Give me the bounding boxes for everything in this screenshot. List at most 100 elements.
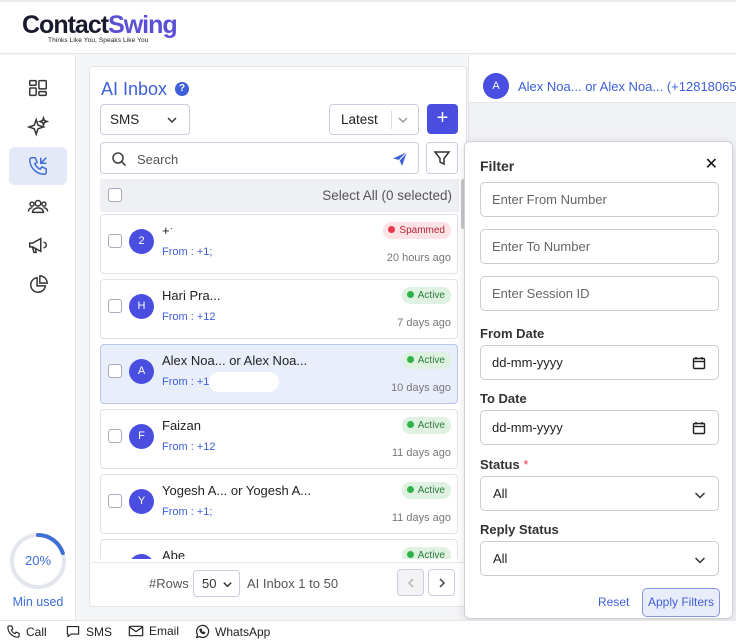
calendar-icon[interactable] bbox=[692, 356, 706, 370]
pagination-bar: #Rows 50 AI Inbox 1 to 50 bbox=[91, 562, 466, 606]
search-input[interactable] bbox=[137, 149, 377, 169]
row-from: From : +12 bbox=[162, 311, 216, 323]
whatsapp-icon bbox=[195, 624, 210, 639]
row-from: From : +12 bbox=[162, 441, 216, 453]
rows-per-page-value: 50 bbox=[202, 576, 217, 591]
channel-whatsapp[interactable]: WhatsApp bbox=[194, 624, 270, 640]
row-time: 10 days ago bbox=[391, 382, 451, 394]
channel-sms[interactable]: SMS bbox=[65, 624, 112, 639]
left-nav: 20% Min used bbox=[0, 55, 76, 620]
add-conversation-button[interactable]: + bbox=[427, 104, 458, 134]
reply-status-select[interactable]: All bbox=[480, 541, 719, 576]
session-id-input[interactable] bbox=[480, 276, 719, 311]
users-icon bbox=[27, 199, 49, 214]
sort-select[interactable]: Latest bbox=[329, 104, 419, 135]
conversation-title[interactable]: Alex Noa... or Alex Noa... (+1281806557 bbox=[518, 79, 736, 94]
nav-campaigns[interactable] bbox=[9, 226, 67, 264]
row-checkbox[interactable] bbox=[108, 494, 122, 508]
conversation-header: A Alex Noa... or Alex Noa... (+128180655… bbox=[469, 55, 736, 103]
channel-select-value: SMS bbox=[110, 112, 140, 127]
dashboard-icon bbox=[29, 79, 47, 97]
from-number-input[interactable] bbox=[480, 182, 719, 217]
status-badge: Active bbox=[401, 287, 451, 304]
reset-button[interactable]: Reset bbox=[598, 595, 629, 609]
row-checkbox[interactable] bbox=[108, 299, 122, 313]
nav-calls[interactable] bbox=[9, 147, 67, 185]
usage-percent: 20% bbox=[24, 553, 52, 568]
reply-status-label: Reply Status bbox=[480, 522, 559, 537]
list-item[interactable]: Y Yogesh A... or Yogesh A... From : +1; … bbox=[100, 474, 458, 534]
conversation-list: 2 +ˑ From : +1; Spammed 20 hours ago H H… bbox=[100, 214, 459, 559]
select-all-checkbox[interactable] bbox=[108, 188, 122, 202]
row-time: 20 hours ago bbox=[386, 252, 451, 264]
nav-contacts[interactable] bbox=[9, 187, 67, 225]
nav-ai[interactable] bbox=[9, 108, 67, 146]
channel-label: SMS bbox=[86, 624, 113, 639]
nav-dashboard[interactable] bbox=[9, 69, 67, 107]
row-name: +ˑ bbox=[162, 223, 174, 238]
status-badge: Active bbox=[401, 417, 451, 434]
to-date-input[interactable]: dd-mm-yyyy bbox=[480, 410, 719, 445]
row-from: From : +1 bbox=[162, 376, 210, 388]
status-badge: Active bbox=[401, 482, 451, 499]
contactswing-logo[interactable]: ContactSwing Thinks Like You, Speaks Lik… bbox=[22, 11, 178, 44]
chat-bubble-icon bbox=[66, 625, 80, 638]
channel-select[interactable]: SMS bbox=[100, 104, 190, 135]
chevron-right-icon bbox=[438, 577, 445, 588]
avatar: A bbox=[483, 73, 509, 99]
row-checkbox[interactable] bbox=[108, 364, 122, 378]
inbox-title: AI Inbox bbox=[101, 79, 168, 99]
list-item[interactable]: H Hari Pra... From : +12 Active 7 days a… bbox=[100, 279, 458, 339]
logo-tagline: Thinks Like You, Speaks Like You bbox=[48, 37, 149, 44]
row-name: Yogesh A... or Yogesh A... bbox=[162, 483, 312, 498]
chevron-down-icon bbox=[694, 492, 706, 499]
list-item[interactable]: A Alex Noa... or Alex Noa... From : +1 A… bbox=[100, 344, 458, 404]
reply-status-select-value: All bbox=[493, 551, 508, 566]
rows-per-page-select[interactable]: 50 bbox=[193, 570, 240, 597]
ai-inbox-panel: AI Inbox ? SMS Latest + Select All (0 se… bbox=[89, 66, 467, 607]
row-checkbox[interactable] bbox=[108, 234, 122, 248]
row-name: Faizan bbox=[162, 418, 202, 433]
list-item[interactable]: A Abe Active bbox=[100, 539, 458, 559]
minutes-usage: 20% Min used bbox=[8, 532, 68, 609]
channel-email[interactable]: Email bbox=[128, 624, 179, 638]
chevron-down-icon bbox=[167, 117, 177, 124]
status-badge: Active bbox=[401, 547, 451, 559]
row-from: From : +1; bbox=[162, 506, 213, 518]
calendar-icon[interactable] bbox=[692, 421, 706, 435]
mail-icon bbox=[128, 625, 144, 637]
to-number-input[interactable] bbox=[480, 229, 719, 264]
filter-title: Filter bbox=[480, 158, 515, 174]
chevron-down-icon bbox=[694, 557, 706, 564]
from-date-label: From Date bbox=[480, 326, 545, 341]
help-icon[interactable]: ? bbox=[175, 82, 189, 96]
logo-text-part2: Swing bbox=[108, 11, 178, 39]
close-icon[interactable]: ✕ bbox=[705, 154, 718, 174]
list-item[interactable]: 2 +ˑ From : +1; Spammed 20 hours ago bbox=[100, 214, 458, 274]
nav-reports[interactable] bbox=[9, 266, 67, 304]
apply-filters-button[interactable]: Apply Filters bbox=[642, 588, 720, 617]
redaction-mask bbox=[209, 372, 279, 392]
filter-icon bbox=[433, 151, 451, 166]
channel-bar: Call SMS Email WhatsApp bbox=[0, 620, 736, 644]
logo-text-part1: Contact bbox=[22, 11, 109, 39]
row-checkbox[interactable] bbox=[108, 429, 122, 443]
pie-chart-icon bbox=[30, 275, 48, 293]
avatar: F bbox=[129, 424, 154, 449]
filter-button[interactable] bbox=[426, 142, 458, 174]
channel-call[interactable]: Call bbox=[6, 624, 47, 639]
prev-page-button[interactable] bbox=[397, 569, 424, 596]
from-date-input[interactable]: dd-mm-yyyy bbox=[480, 345, 719, 380]
rows-label: #Rows bbox=[149, 576, 189, 591]
row-time: 7 days ago bbox=[397, 317, 451, 329]
row-name: Abe bbox=[162, 548, 186, 559]
send-icon[interactable] bbox=[392, 151, 408, 167]
status-select[interactable]: All bbox=[480, 476, 719, 511]
row-time: 11 days ago bbox=[391, 512, 451, 524]
list-item[interactable]: F Faizan From : +12 Active 11 days ago bbox=[100, 409, 458, 469]
status-select-value: All bbox=[493, 486, 508, 501]
next-page-button[interactable] bbox=[428, 569, 455, 596]
chevron-left-icon bbox=[407, 577, 414, 588]
filter-popup: Filter ✕ From Date dd-mm-yyyy To Date dd… bbox=[464, 141, 733, 619]
channel-label: Email bbox=[149, 624, 180, 638]
